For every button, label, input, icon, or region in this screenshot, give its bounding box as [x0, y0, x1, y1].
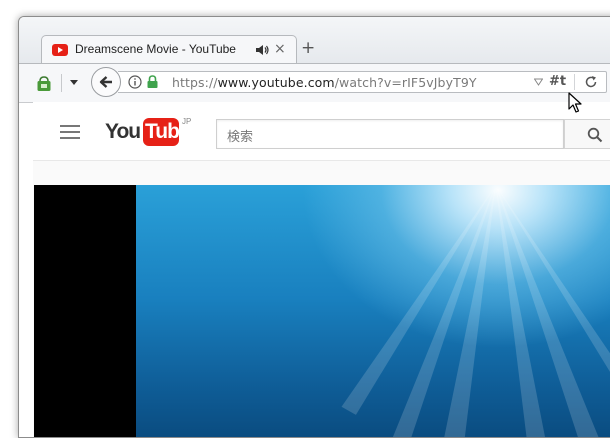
tab-title: Dreamscene Movie - YouTube [75, 42, 236, 56]
mouse-cursor-icon [568, 92, 582, 113]
chevron-down-icon[interactable] [69, 77, 79, 87]
logo-region: JP [182, 117, 192, 126]
lock-icon[interactable] [147, 75, 158, 88]
navigation-toolbar: https://www.youtube.com/watch?v=rIF5vJby… [19, 63, 610, 103]
youtube-header: You Tube JP 検索 [33, 102, 610, 161]
browser-window: Dreamscene Movie - YouTube × + https://w… [18, 16, 610, 438]
url-path: /watch?v=rIF5vJbyT9Y [334, 75, 477, 90]
extension-bag-icon[interactable] [36, 76, 52, 92]
url-scheme: https:// [172, 75, 218, 90]
speaker-icon[interactable] [255, 44, 269, 56]
title-bar: Dreamscene Movie - YouTube × + [19, 17, 610, 63]
toolbar-separator [61, 74, 62, 92]
info-icon[interactable] [128, 75, 142, 89]
video-frame[interactable] [136, 185, 610, 437]
url-text[interactable]: https://www.youtube.com/watch?v=rIF5vJby… [172, 75, 477, 90]
search-box[interactable]: 検索 [216, 119, 564, 149]
youtube-favicon-icon [52, 44, 68, 56]
hash-tag-button[interactable]: #t [549, 74, 566, 89]
logo-you: You [105, 120, 141, 143]
url-history-chevron-icon[interactable] [534, 78, 543, 86]
search-input[interactable]: 検索 [227, 126, 253, 145]
search-icon [587, 127, 603, 143]
search-button[interactable] [564, 119, 610, 149]
address-bar[interactable]: https://www.youtube.com/watch?v=rIF5vJby… [118, 71, 607, 93]
page-content: You Tube JP 検索 [33, 102, 610, 437]
url-host: www.youtube.com [217, 75, 335, 90]
video-player[interactable] [34, 185, 610, 437]
back-arrow-icon [99, 76, 112, 88]
browser-tab[interactable]: Dreamscene Movie - YouTube × [41, 35, 297, 63]
light-rays-decoration [341, 185, 610, 437]
back-button[interactable] [91, 67, 121, 97]
reload-icon[interactable] [584, 75, 598, 89]
url-separator [574, 74, 575, 90]
tab-close-button[interactable]: × [274, 41, 286, 57]
new-tab-button[interactable]: + [301, 38, 315, 58]
hamburger-menu-icon[interactable] [60, 124, 80, 140]
